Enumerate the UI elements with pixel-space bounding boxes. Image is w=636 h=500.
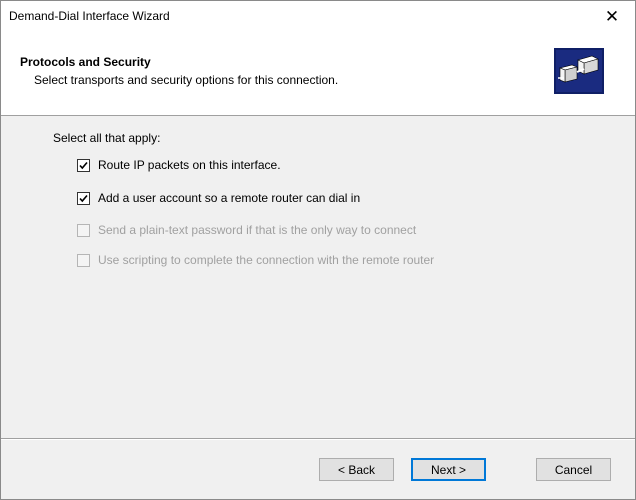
- wizard-window: Demand-Dial Interface Wizard ✕ Protocols…: [0, 0, 636, 500]
- wizard-header: Protocols and Security Select transports…: [1, 32, 635, 116]
- checkmark-icon: [79, 194, 88, 202]
- cancel-button[interactable]: Cancel: [536, 458, 611, 481]
- page-title: Protocols and Security: [20, 55, 151, 69]
- title-bar[interactable]: Demand-Dial Interface Wizard ✕: [1, 1, 635, 32]
- route-ip-checkbox[interactable]: [77, 158, 90, 172]
- close-icon: ✕: [604, 6, 620, 26]
- use-scripting-checkbox[interactable]: [77, 253, 90, 267]
- add-user-account-label: Add a user account so a remote router ca…: [98, 191, 361, 205]
- plain-text-password-checkbox[interactable]: [77, 223, 90, 237]
- option-route-ip[interactable]: Route IP packets on this interface.: [77, 157, 281, 173]
- window-title: Demand-Dial Interface Wizard: [9, 9, 170, 23]
- plain-text-password-label: Send a plain-text password if that is th…: [98, 223, 417, 237]
- option-plain-text-password[interactable]: Send a plain-text password if that is th…: [77, 222, 416, 238]
- page-subtitle: Select transports and security options f…: [34, 73, 339, 87]
- back-button[interactable]: < Back: [319, 458, 394, 481]
- next-button[interactable]: Next >: [411, 458, 486, 481]
- route-ip-label: Route IP packets on this interface.: [98, 158, 281, 172]
- options-prompt: Select all that apply:: [53, 131, 161, 145]
- network-connection-icon: [554, 48, 604, 94]
- option-add-user-account[interactable]: Add a user account so a remote router ca…: [77, 190, 360, 206]
- option-use-scripting[interactable]: Use scripting to complete the connection…: [77, 252, 434, 268]
- footer-separator: [1, 438, 635, 440]
- close-button[interactable]: ✕: [589, 1, 635, 32]
- use-scripting-label: Use scripting to complete the connection…: [98, 253, 435, 267]
- checkmark-icon: [79, 161, 88, 169]
- add-user-account-checkbox[interactable]: [77, 191, 90, 205]
- wizard-content: Select all that apply: Route IP packets …: [1, 116, 635, 438]
